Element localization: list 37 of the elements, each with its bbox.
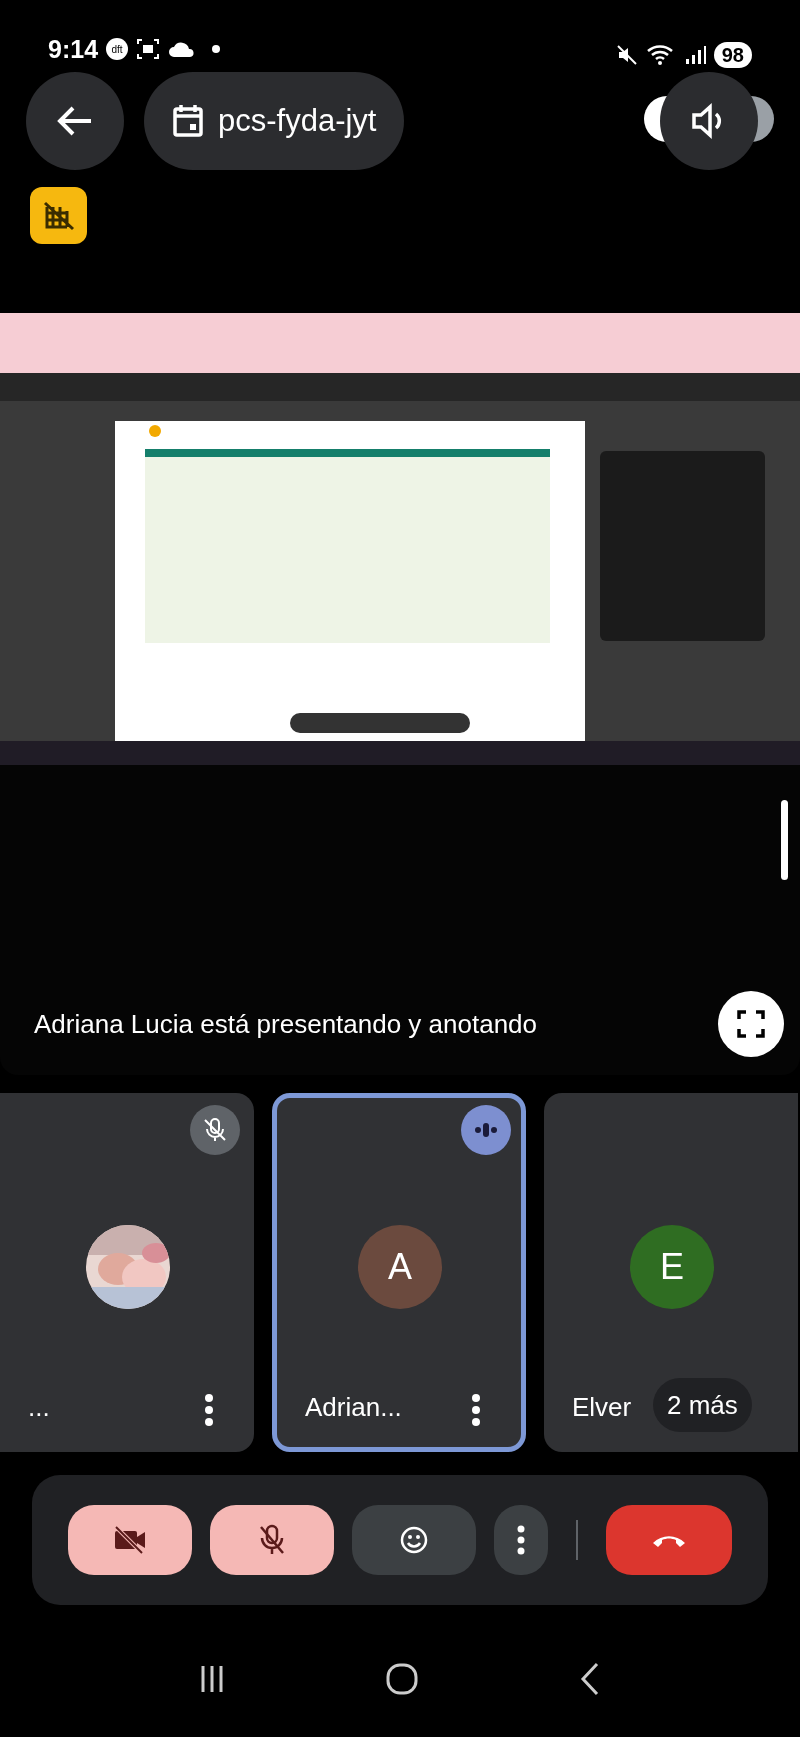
participant-name: Adrian... (305, 1391, 402, 1424)
avatar: E (630, 1225, 714, 1309)
more-options-icon[interactable] (471, 1393, 481, 1427)
reactions-button[interactable] (352, 1505, 476, 1575)
fullscreen-icon (736, 1009, 766, 1039)
more-options-icon (516, 1525, 526, 1555)
arrow-left-icon (57, 106, 93, 136)
participant-name: Elver (572, 1391, 632, 1424)
video-camera-icon (113, 1525, 147, 1555)
smiley-icon (399, 1525, 429, 1555)
clock: 9:14 (48, 33, 99, 65)
more-options-button[interactable] (494, 1505, 548, 1575)
calendar-icon (172, 104, 204, 138)
avatar: A (358, 1225, 442, 1309)
back-nav-button[interactable] (579, 1661, 600, 1696)
grid-off-icon (42, 200, 75, 231)
app-badge: dft (106, 38, 129, 61)
meeting-code-button[interactable]: pcs-fyda-jyt (144, 72, 405, 170)
microphone-icon (257, 1524, 287, 1556)
mute-icon (615, 44, 638, 66)
end-call-button[interactable] (606, 1505, 732, 1575)
signal-icon (683, 44, 706, 66)
participant-tile[interactable]: ... (0, 1093, 254, 1452)
speaking-indicator-icon (461, 1105, 511, 1155)
grid-off-button[interactable] (30, 187, 87, 244)
battery-level: 98 (713, 42, 752, 68)
screenshot-icon (136, 38, 161, 61)
participant-tile[interactable]: A Adrian... (272, 1093, 526, 1452)
microphone-button[interactable] (210, 1505, 334, 1575)
participant-tile[interactable]: E Elver 2 más (544, 1093, 798, 1452)
recent-apps-button[interactable] (200, 1663, 225, 1694)
presenting-text: Adriana Lucia está presentando y anotando (34, 1008, 538, 1041)
more-options-icon[interactable] (204, 1393, 214, 1427)
more-participants-button[interactable]: 2 más (653, 1378, 752, 1432)
participant-name: ... (28, 1391, 50, 1424)
camera-button[interactable] (68, 1505, 192, 1575)
home-button[interactable] (385, 1661, 419, 1696)
